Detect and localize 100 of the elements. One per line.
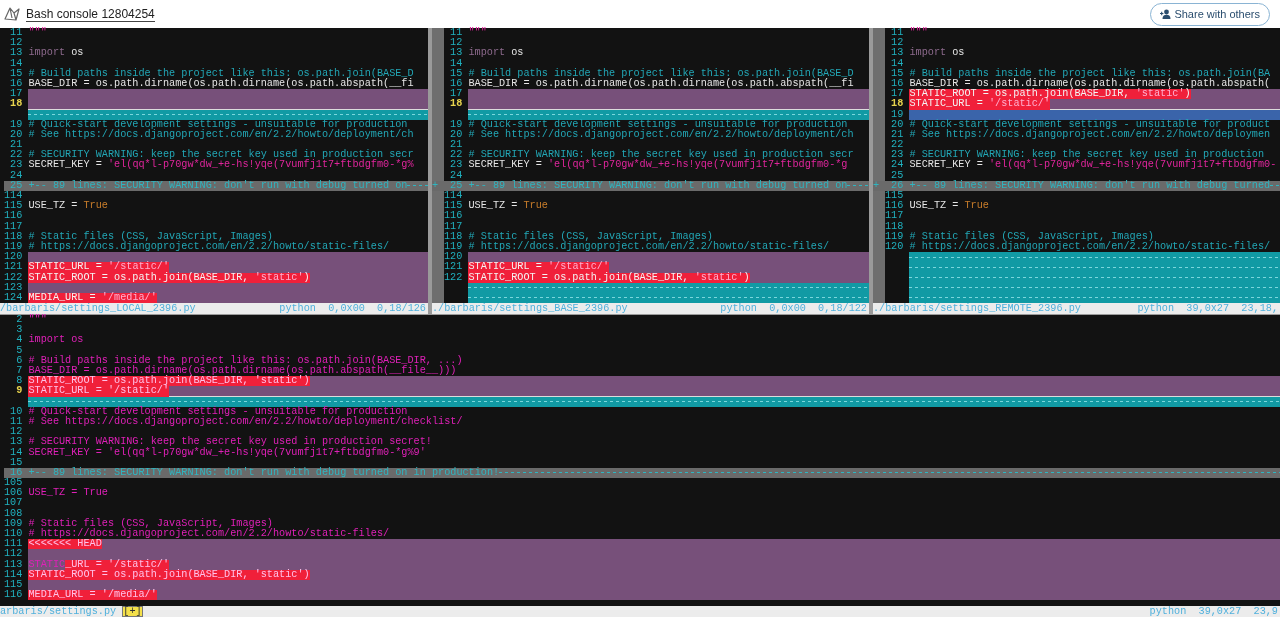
line-number: 22 bbox=[9, 150, 23, 161]
cursor-position: 23,18, bbox=[1241, 303, 1278, 315]
line-number: 120 bbox=[4, 252, 23, 263]
code-text: """ bbox=[28, 28, 47, 39]
line-number: 110 bbox=[4, 529, 23, 539]
line-number: 13 bbox=[9, 48, 23, 59]
line-number: 6 bbox=[15, 355, 23, 366]
line-number: 15 bbox=[449, 68, 463, 79]
line-number: 19 bbox=[449, 119, 463, 130]
cursor-position: 23,9 bbox=[1253, 606, 1278, 617]
code-text: # Build paths inside the project like this: os.path.join(BASE_DIR, ...) bbox=[28, 355, 463, 366]
fold-text: +-- 89 lines: SECURITY WARNING: don't run with debug turned on bbox=[28, 180, 408, 191]
code-comment: # https://docs.djangoproject.com/en/2.2/howto/static-files/ bbox=[468, 241, 830, 253]
line-number: 8 bbox=[15, 376, 23, 387]
line-number: 115 bbox=[444, 201, 463, 212]
line-number: 11 bbox=[9, 28, 23, 38]
line-number: 21 bbox=[890, 129, 904, 140]
line-number: 2 bbox=[16, 315, 23, 326]
code-text: USE_TZ = bbox=[909, 201, 960, 212]
code-comment: # Build paths inside the project like this: os.path.join(BA bbox=[909, 68, 1271, 79]
highlighted-code-text: ) bbox=[1184, 89, 1191, 100]
line-number: 116 bbox=[885, 201, 904, 212]
code-comment: # See https://docs.djangoproject.com/en/2.2/howto/deployment/ch bbox=[468, 129, 854, 141]
line-number: 118 bbox=[885, 221, 904, 232]
line-number: 19 bbox=[890, 109, 904, 120]
line-number: 22 bbox=[449, 150, 463, 161]
code-text: os bbox=[70, 48, 84, 59]
code-text: SECRET_KEY = bbox=[28, 160, 103, 171]
line-number: 112 bbox=[4, 549, 23, 560]
code-text: # SECURITY WARNING: keep the secret key used in production secret! bbox=[28, 437, 432, 448]
line-number: 10 bbox=[9, 406, 23, 417]
line-number: 14 bbox=[9, 447, 23, 458]
file-path: /barbaris/settings_LOCAL_2396.py bbox=[0, 303, 196, 315]
char-info: 39,0x27 bbox=[1186, 303, 1230, 315]
line-number: 23 bbox=[890, 150, 904, 161]
highlighted-code-text: ) bbox=[303, 272, 310, 283]
code-text: SECRET_KEY = bbox=[909, 160, 984, 171]
line-number: 13 bbox=[449, 48, 463, 59]
code-text: True bbox=[83, 201, 108, 212]
cursor-position: 0,18/122 bbox=[818, 303, 867, 315]
code-comment: # Static files (CSS, JavaScript, Images) bbox=[909, 231, 1154, 242]
code-text: import bbox=[28, 48, 66, 59]
line-number: 121 bbox=[444, 262, 463, 273]
line-number: 116 bbox=[4, 590, 23, 601]
highlighted-code-text: MEDIA_URL = bbox=[28, 292, 102, 304]
line-number: 5 bbox=[15, 345, 23, 356]
file-type: python bbox=[1149, 606, 1187, 617]
line-number: 11 bbox=[9, 416, 23, 427]
file-path: ./barbaris/settings_BASE_2396.py bbox=[432, 303, 628, 315]
code-text: import bbox=[909, 48, 947, 59]
fold-sign: + bbox=[873, 179, 880, 191]
code-text: USE_TZ = True bbox=[28, 488, 108, 499]
line-number: 115 bbox=[885, 191, 904, 201]
line-number: 20 bbox=[9, 129, 23, 140]
highlighted-code-text: STATIC_URL = bbox=[468, 262, 548, 273]
line-number: 12 bbox=[890, 38, 904, 49]
code-text: os bbox=[951, 48, 965, 59]
line-number: 107 bbox=[4, 498, 23, 509]
share-button[interactable]: Share with others bbox=[1150, 2, 1270, 26]
line-number: 9 bbox=[15, 386, 23, 397]
code-comment: # Static files (CSS, JavaScript, Images) bbox=[28, 231, 273, 242]
code-comment: # Build paths inside the project like this: os.path.join(BASE_D bbox=[28, 68, 414, 79]
line-number: 17 bbox=[890, 89, 904, 100]
file-path: arbaris/settings.py bbox=[0, 606, 117, 617]
line-number: 14 bbox=[890, 58, 904, 69]
code-comment: # Quick-start development settings - unsuitable for production bbox=[28, 119, 408, 130]
line-number: 14 bbox=[449, 58, 463, 69]
line-number: 117 bbox=[4, 221, 23, 232]
code-comment: # Static files (CSS, JavaScript, Images) bbox=[468, 231, 713, 242]
char-info: 39,0x27 bbox=[1198, 606, 1242, 617]
line-number: 14 bbox=[9, 58, 23, 69]
code-text: """ bbox=[909, 28, 928, 39]
line-number: 16 bbox=[449, 78, 463, 89]
line-number: 12 bbox=[449, 38, 463, 49]
line-number: 118 bbox=[444, 231, 463, 242]
line-number: 123 bbox=[4, 282, 23, 293]
code-text: True bbox=[964, 201, 989, 212]
fold-text: +-- 89 lines: SECURITY WARNING: don't run with debug turned on in production! bbox=[28, 467, 500, 479]
highlighted-code-text: _URL = '/static/' bbox=[65, 559, 170, 570]
line-number: 7 bbox=[15, 366, 23, 376]
line-number: 15 bbox=[9, 68, 23, 79]
line-number: 16 bbox=[890, 78, 904, 89]
code-text: import os bbox=[28, 335, 84, 346]
fold-text: +-- 89 lines: SECURITY WARNING: don't run with debug turned bbox=[909, 180, 1271, 191]
highlighted-code-text: 'static' bbox=[254, 272, 304, 283]
line-number: 17 bbox=[9, 89, 23, 100]
line-number: 115 bbox=[4, 579, 23, 590]
code-text: 'el(qq*l-p70gw*dw_+e-hs!yqe(7vumfj1t7+ftbdgfm0-*g% bbox=[107, 160, 414, 171]
code-text: SECRET_KEY = 'el(qq*l-p70gw*dw_+e-hs!yqe(7vumfj1t7+ftbdgfm0-*g%9' bbox=[28, 447, 426, 458]
highlighted-code-text: '/media/' bbox=[101, 292, 157, 304]
code-text: os bbox=[510, 48, 524, 59]
line-number: 18 bbox=[890, 99, 904, 110]
add-user-icon bbox=[1160, 9, 1172, 19]
code-text: # Quick-start development settings - unsuitable for production bbox=[28, 406, 408, 417]
highlighted-code-text: STATIC_ROOT = os.path.join(BASE_DIR, bbox=[468, 272, 695, 283]
file-type: python bbox=[279, 303, 316, 315]
line-number: 15 bbox=[890, 68, 904, 79]
highlighted-code-text: '/static/' bbox=[547, 262, 610, 273]
cursor-position: 0,18/126 bbox=[377, 303, 426, 315]
line-number: 11 bbox=[890, 28, 904, 38]
